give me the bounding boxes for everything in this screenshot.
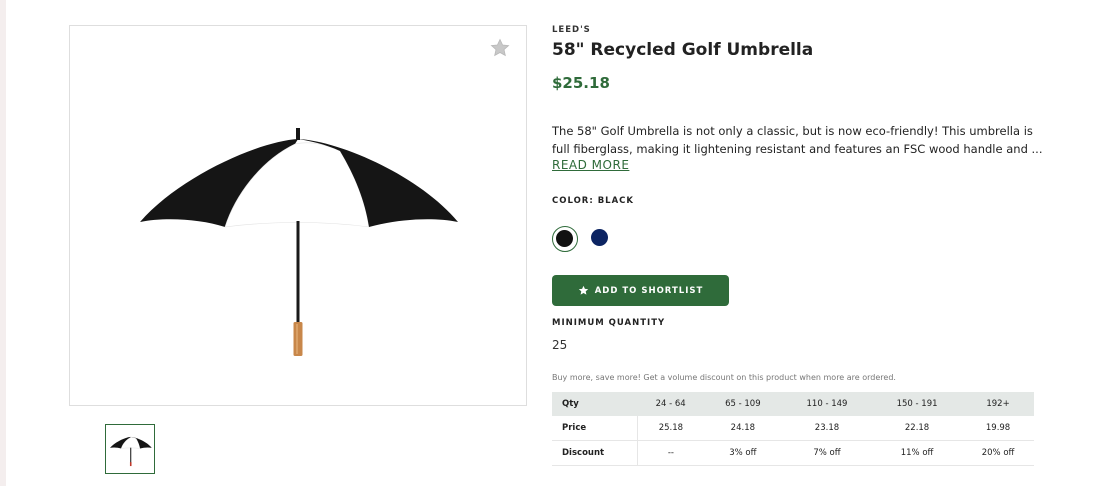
table-cell: 25.18 [637, 416, 704, 441]
table-row: Price 25.18 24.18 23.18 22.18 19.98 [552, 416, 1034, 441]
table-cell: 22.18 [872, 416, 963, 441]
description-line: The 58" Golf Umbrella is not only a clas… [552, 124, 1033, 138]
table-cell: 24 - 64 [637, 392, 704, 416]
product-title: 58" Recycled Golf Umbrella [552, 40, 814, 60]
table-cell: 19.98 [962, 416, 1034, 441]
umbrella-product-image [140, 128, 458, 356]
table-cell: 65 - 109 [703, 392, 782, 416]
table-cell: 23.18 [781, 416, 873, 441]
color-label: COLOR: BLACK [552, 196, 635, 206]
brand-name: LEED'S [552, 25, 591, 35]
table-cell: 7% off [781, 440, 873, 466]
product-description: The 58" Golf Umbrella is not only a clas… [552, 122, 1043, 158]
table-cell: 192+ [962, 392, 1034, 416]
table-cell: 20% off [962, 440, 1034, 466]
table-cell: 110 - 149 [781, 392, 873, 416]
table-cell: 3% off [703, 440, 782, 466]
color-swatch-navy[interactable] [588, 226, 614, 252]
favorite-star-icon[interactable] [490, 38, 510, 58]
product-thumbnail[interactable] [105, 424, 155, 474]
table-cell: Qty [552, 392, 638, 416]
product-image-frame [69, 25, 527, 406]
table-cell: 11% off [872, 440, 963, 466]
table-cell: 24.18 [703, 416, 782, 441]
star-icon [578, 285, 588, 295]
color-swatch-black[interactable] [552, 226, 578, 252]
swatch-dot [591, 229, 608, 246]
add-to-shortlist-button[interactable]: ADD TO SHORTLIST [552, 275, 729, 306]
volume-discount-note: Buy more, save more! Get a volume discou… [552, 373, 896, 382]
table-cell: Discount [552, 440, 638, 466]
description-line: full fiberglass, making it lightening re… [552, 142, 1043, 156]
table-cell: 150 - 191 [872, 392, 963, 416]
volume-pricing-table: Qty 24 - 64 65 - 109 110 - 149 150 - 191… [552, 392, 1034, 466]
table-row: Discount -- 3% off 7% off 11% off 20% of… [552, 440, 1034, 466]
table-cell: Price [552, 416, 638, 441]
table-header-row: Qty 24 - 64 65 - 109 110 - 149 150 - 191… [552, 392, 1034, 416]
shortlist-button-label: ADD TO SHORTLIST [594, 285, 704, 296]
minimum-quantity-value: 25 [552, 338, 568, 352]
swatch-dot [556, 230, 573, 247]
read-more-link[interactable]: READ MORE [552, 158, 629, 172]
product-price: $25.18 [552, 74, 610, 92]
umbrella-thumbnail-image [110, 436, 152, 467]
table-cell: -- [637, 440, 704, 466]
minimum-quantity-label: MINIMUM QUANTITY [552, 318, 666, 328]
page-edge [0, 0, 6, 486]
